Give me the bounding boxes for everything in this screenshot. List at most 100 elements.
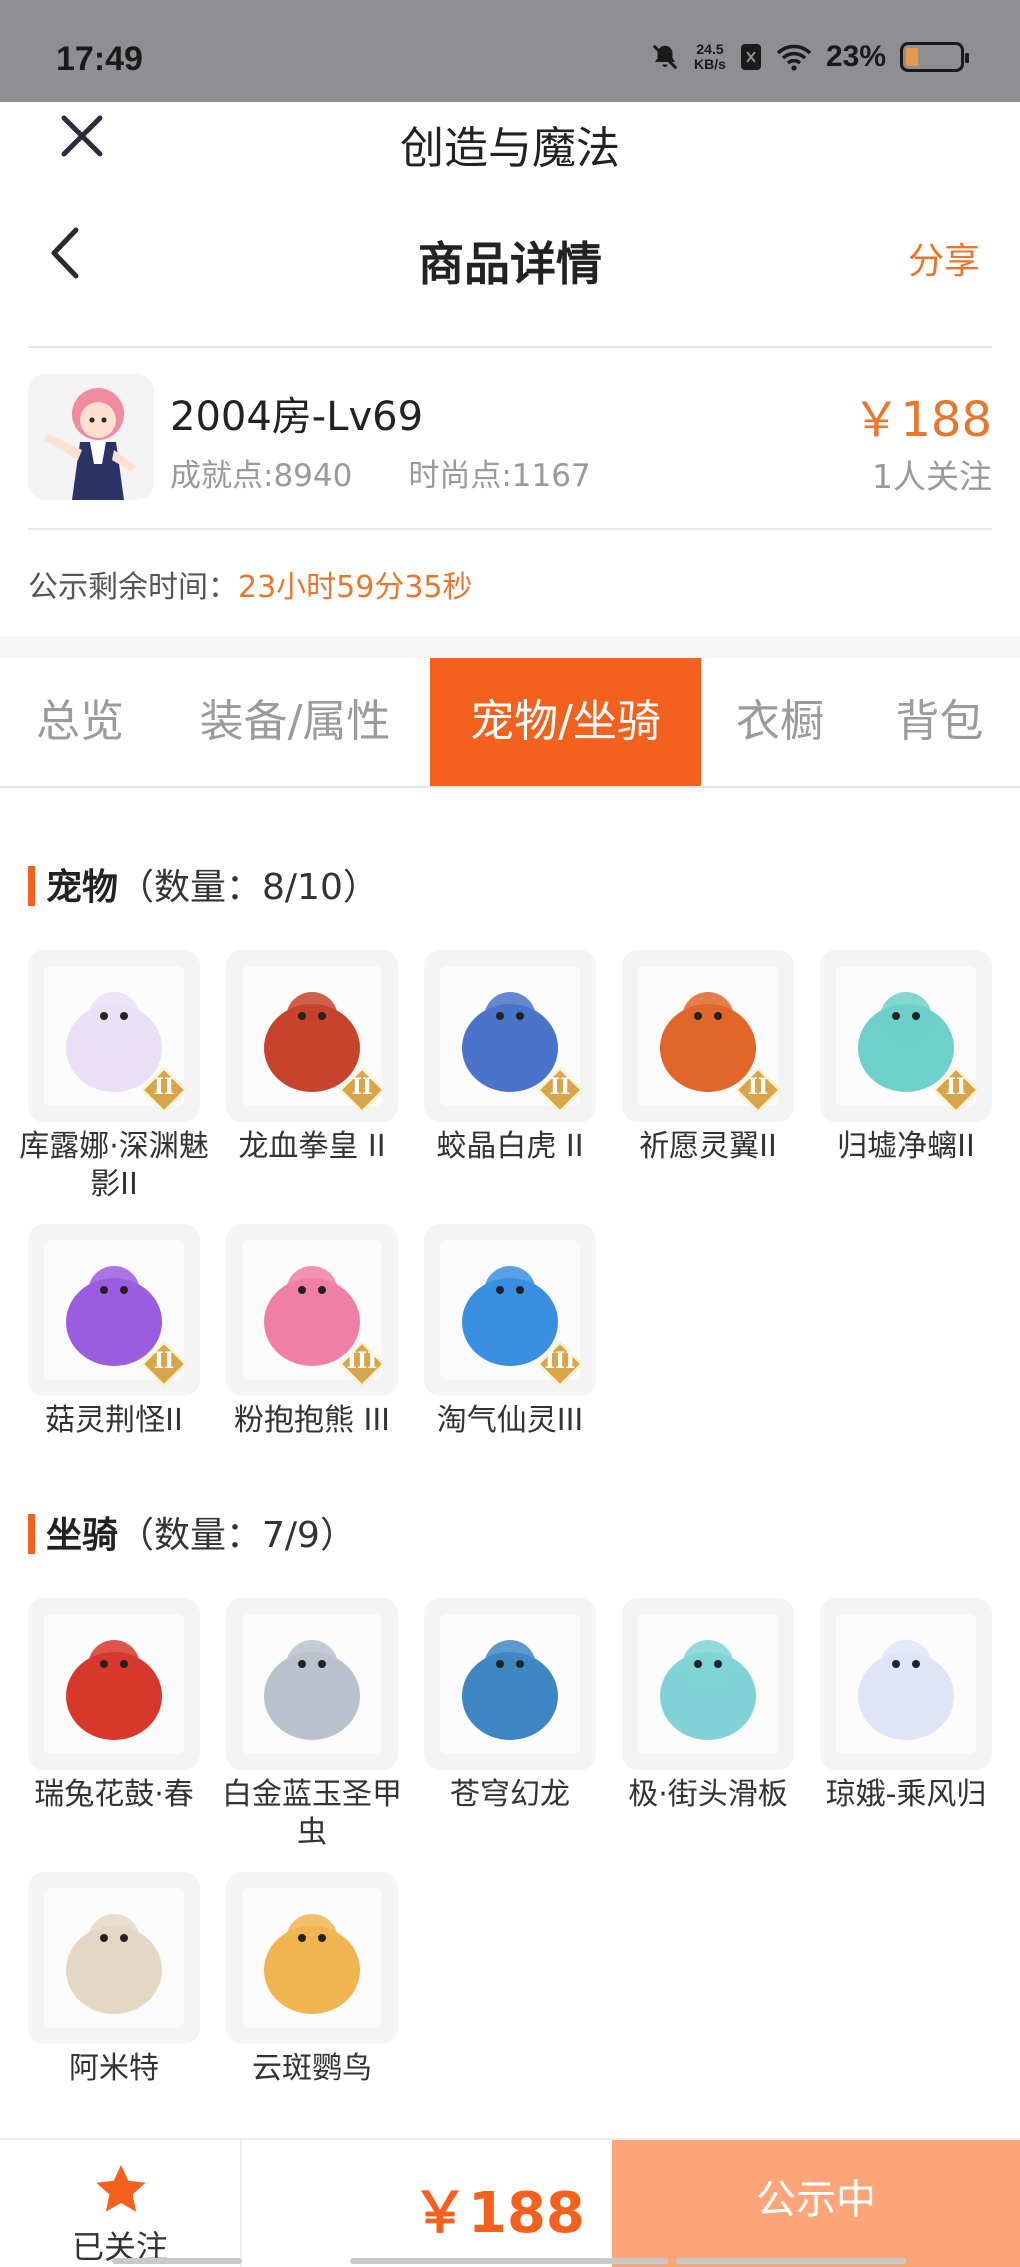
tab-pets-mounts[interactable]: 宠物/坐骑 xyxy=(430,658,701,786)
tier-badge: III xyxy=(339,1341,385,1387)
grid-item[interactable]: III 粉抱抱熊 III xyxy=(226,1224,398,1440)
grid-item-thumb: II xyxy=(226,950,398,1122)
divider xyxy=(28,528,992,530)
wifi-icon xyxy=(776,44,812,71)
tier-badge: II xyxy=(933,1067,979,1113)
bottom-bar: 已关注 ￥188 公示中 xyxy=(0,2138,1020,2267)
grid-item[interactable]: II 归墟净螭II xyxy=(820,950,992,1166)
bottom-price: ￥188 xyxy=(412,2181,585,2246)
grid-item-label: 库露娜·深渊魅影II xyxy=(19,1129,209,1202)
app-header: 创造与魔法 xyxy=(0,102,1020,174)
grid-item[interactable]: III 淘气仙灵III xyxy=(424,1224,596,1440)
grid-item[interactable]: II 库露娜·深渊魅影II xyxy=(19,950,209,1204)
tier-label: II xyxy=(549,1074,571,1100)
grid-item-thumb xyxy=(424,1598,596,1770)
tab-backpack[interactable]: 背包 xyxy=(859,658,1020,786)
tier-label: II xyxy=(945,1074,967,1100)
grid-item[interactable]: II 龙血拳皇 II xyxy=(226,950,398,1166)
countdown-label: 公示剩余时间： xyxy=(28,570,238,605)
tier-label: III xyxy=(346,1348,378,1374)
follower-count: 1人关注 xyxy=(872,457,992,496)
grid-item-label: 白金蓝玉圣甲虫 xyxy=(222,1777,402,1850)
grid-item[interactable]: 极·街头滑板 xyxy=(622,1598,794,1814)
fashion-points: 时尚点:1167 xyxy=(408,458,591,494)
grid-item-thumb xyxy=(820,1598,992,1770)
pets-title: 宠物 xyxy=(46,867,119,908)
grid-item-thumb: II xyxy=(622,950,794,1122)
pets-section-title: 宠物（数量：8/10） xyxy=(28,858,379,910)
grid-item[interactable]: II 蛟晶白虎 II xyxy=(424,950,596,1166)
grid-item-label: 阿米特 xyxy=(69,2051,159,2086)
app-title: 创造与魔法 xyxy=(400,123,620,174)
grid-item-label: 粉抱抱熊 III xyxy=(233,1403,391,1438)
grid-item[interactable]: 白金蓝玉圣甲虫 xyxy=(222,1598,402,1852)
grid-item[interactable]: 琼娥-乘风归 xyxy=(820,1598,992,1814)
grid-item-thumb xyxy=(28,1872,200,2044)
mounts-title: 坐骑 xyxy=(46,1515,119,1556)
grid-item-thumb: II xyxy=(28,950,200,1122)
grid-item-label: 淘气仙灵III xyxy=(436,1403,584,1438)
grid-item-thumb: II xyxy=(424,950,596,1122)
mount-fairy-icon xyxy=(836,1614,976,1754)
battery-icon xyxy=(900,42,969,72)
mount-sky-dragon-icon xyxy=(440,1614,580,1754)
share-button[interactable]: 分享 xyxy=(908,232,980,284)
tier-badge: II xyxy=(141,1067,187,1113)
sim-icon xyxy=(740,44,761,70)
mount-skateboard-icon xyxy=(638,1614,778,1754)
net-speed-value: 24.5 xyxy=(696,41,724,57)
grid-item-label: 苍穹幻龙 xyxy=(450,1777,570,1812)
net-speed: 24.5 KB/s xyxy=(694,42,726,72)
mounts-count: （数量：7/9） xyxy=(118,1515,356,1556)
tab-overview[interactable]: 总览 xyxy=(0,658,160,786)
grid-item-label: 云斑鹦鸟 xyxy=(252,2051,372,2086)
achievement-points: 成就点:8940 xyxy=(170,458,353,494)
tier-label: III xyxy=(544,1348,576,1374)
item-name: 2004房-Lv69 xyxy=(170,394,424,440)
tier-badge: II xyxy=(735,1067,781,1113)
tab-equipment[interactable]: 装备/属性 xyxy=(160,658,430,786)
character-avatar-image xyxy=(28,374,154,500)
battery-fill xyxy=(906,48,918,66)
grid-item[interactable]: 苍穹幻龙 xyxy=(424,1598,596,1814)
status-bar: 17:49 24.5 KB/s 23% xyxy=(0,0,1020,102)
grid-item-thumb xyxy=(226,1872,398,2044)
publicity-status-button[interactable]: 公示中 xyxy=(612,2140,1020,2267)
section-gap xyxy=(0,636,1020,658)
divider xyxy=(28,346,992,348)
item-meta: 成就点:8940 时尚点:1167 xyxy=(170,450,591,495)
grid-item-label: 琼娥-乘风归 xyxy=(825,1777,987,1812)
page-title: 商品详情 xyxy=(418,237,602,291)
grid-item-thumb: II xyxy=(28,1224,200,1396)
grid-item-thumb xyxy=(28,1598,200,1770)
tier-label: II xyxy=(153,1074,175,1100)
avatar xyxy=(28,374,154,500)
grid-item-label: 瑞兔花鼓·春 xyxy=(34,1777,194,1812)
item-price: ￥188 xyxy=(852,392,992,448)
grid-item[interactable]: II 祈愿灵翼II xyxy=(622,950,794,1166)
tier-badge: II xyxy=(141,1341,187,1387)
tab-bar: 总览 装备/属性 宠物/坐骑 衣橱 背包 xyxy=(0,658,1020,788)
battery-percent: 23% xyxy=(825,40,886,73)
mount-beetle-icon xyxy=(242,1614,382,1754)
page-nav: 商品详情 分享 xyxy=(0,200,1020,310)
grid-item[interactable]: 瑞兔花鼓·春 xyxy=(28,1598,200,1814)
grid-item-label: 极·街头滑板 xyxy=(628,1777,788,1812)
status-icons: 24.5 KB/s 23% xyxy=(650,40,969,74)
bell-muted-icon xyxy=(652,44,678,70)
countdown-time: 23小时59分35秒 xyxy=(238,570,473,605)
grid-item-thumb: III xyxy=(226,1224,398,1396)
star-icon xyxy=(96,2164,146,2212)
pets-count: （数量：8/10） xyxy=(118,867,379,908)
tier-label: II xyxy=(153,1348,175,1374)
tier-label: II xyxy=(351,1074,373,1100)
status-time: 17:49 xyxy=(56,40,143,78)
tab-wardrobe[interactable]: 衣橱 xyxy=(701,658,859,786)
follow-button[interactable]: 已关注 xyxy=(0,2140,242,2267)
mounts-section-title: 坐骑（数量：7/9） xyxy=(28,1506,356,1558)
grid-item[interactable]: 云斑鹦鸟 xyxy=(226,1872,398,2088)
tier-badge: II xyxy=(339,1067,385,1113)
grid-item[interactable]: II 菇灵荆怪II xyxy=(28,1224,200,1440)
grid-item[interactable]: 阿米特 xyxy=(28,1872,200,2088)
home-indicator-segment xyxy=(112,2258,242,2264)
